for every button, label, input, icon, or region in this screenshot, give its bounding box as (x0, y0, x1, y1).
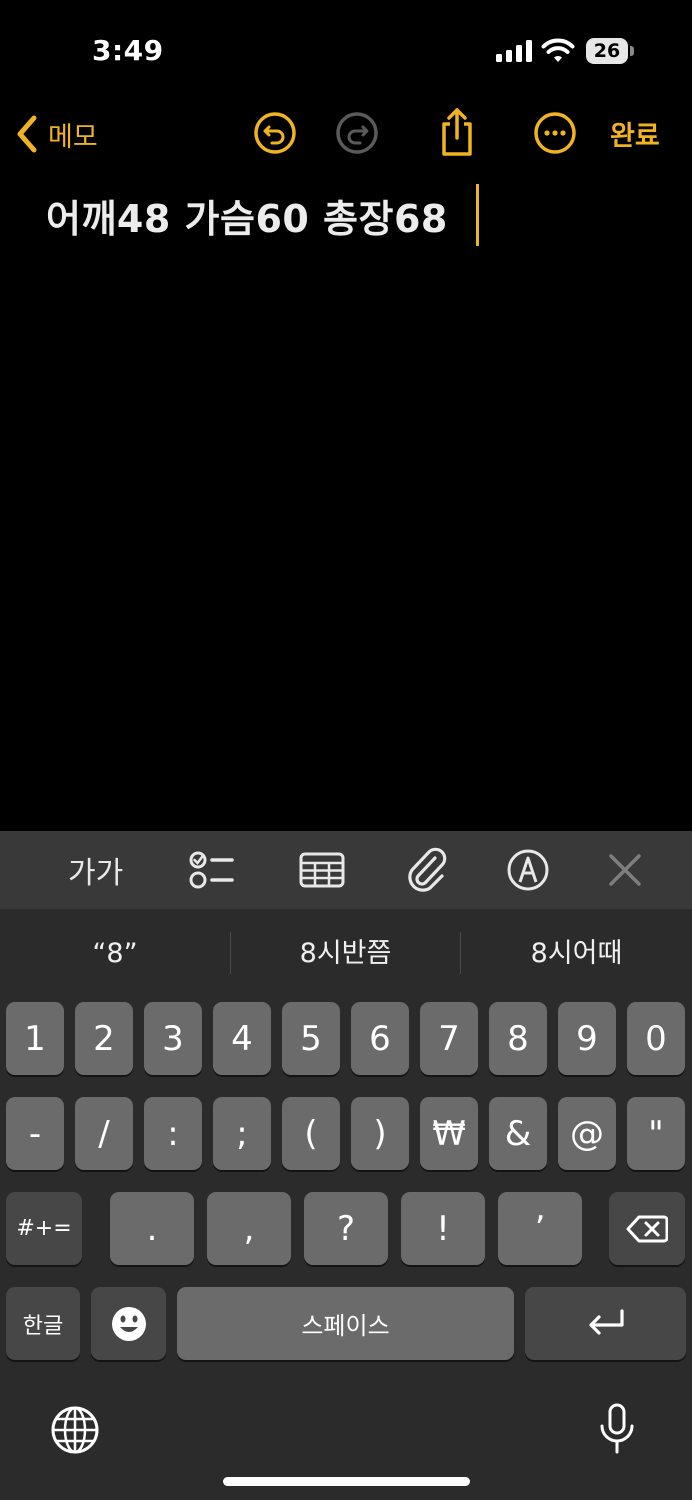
key-quote[interactable]: " (627, 1097, 685, 1170)
key-colon[interactable]: : (144, 1097, 202, 1170)
key-slash[interactable]: / (75, 1097, 133, 1170)
key-4[interactable]: 4 (213, 1002, 271, 1075)
key-apostrophe[interactable]: ’ (498, 1192, 582, 1265)
text-format-button[interactable]: 가가 (68, 848, 123, 892)
key-korean-mode[interactable]: 한글 (6, 1287, 80, 1360)
key-exclamation[interactable]: ! (401, 1192, 485, 1265)
undo-icon[interactable] (252, 110, 298, 156)
suggestion-1[interactable]: “8” (0, 930, 230, 978)
key-symbols[interactable]: #+= (6, 1192, 82, 1265)
return-icon (588, 1308, 624, 1335)
key-9[interactable]: 9 (558, 1002, 616, 1075)
redo-icon[interactable] (334, 110, 380, 156)
table-icon[interactable] (297, 846, 347, 894)
key-0[interactable]: 0 (627, 1002, 685, 1075)
cellular-signal-icon (496, 40, 532, 62)
checklist-icon[interactable] (186, 846, 236, 894)
microphone-icon[interactable] (596, 1402, 638, 1456)
share-icon[interactable] (434, 106, 480, 158)
return-key[interactable] (525, 1287, 686, 1360)
battery-icon: 26 (586, 38, 628, 64)
key-open-paren[interactable]: ( (282, 1097, 340, 1170)
more-icon[interactable] (532, 110, 578, 156)
key-comma[interactable]: , (207, 1192, 291, 1265)
attachment-icon[interactable] (402, 846, 452, 894)
emoji-icon (111, 1306, 146, 1341)
home-indicator[interactable] (223, 1477, 470, 1486)
wifi-icon (541, 38, 575, 62)
key-semicolon[interactable]: ; (213, 1097, 271, 1170)
key-won[interactable]: ₩ (420, 1097, 478, 1170)
key-question[interactable]: ? (304, 1192, 388, 1265)
back-label: 메모 (48, 121, 98, 153)
emoji-key[interactable] (91, 1287, 166, 1360)
space-key[interactable]: 스페이스 (177, 1287, 514, 1360)
key-period[interactable]: . (110, 1192, 194, 1265)
back-button[interactable]: 메모 (14, 112, 114, 156)
markup-pen-icon[interactable] (503, 846, 553, 894)
key-6[interactable]: 6 (351, 1002, 409, 1075)
done-button[interactable]: 완료 (610, 114, 660, 153)
key-2[interactable]: 2 (75, 1002, 133, 1075)
backspace-key[interactable] (609, 1192, 685, 1265)
status-time: 3:49 (92, 34, 164, 67)
key-7[interactable]: 7 (420, 1002, 478, 1075)
text-cursor (476, 184, 479, 246)
suggestion-2[interactable]: 8시반쯤 (231, 930, 460, 978)
close-icon[interactable] (600, 846, 650, 894)
key-8[interactable]: 8 (489, 1002, 547, 1075)
suggestion-3[interactable]: 8시어때 (461, 930, 692, 978)
key-1[interactable]: 1 (6, 1002, 64, 1075)
key-close-paren[interactable]: ) (351, 1097, 409, 1170)
key-3[interactable]: 3 (144, 1002, 202, 1075)
key-hyphen[interactable]: - (6, 1097, 64, 1170)
key-at[interactable]: @ (558, 1097, 616, 1170)
note-body-text[interactable]: 어깨48 가슴60 총장68 (46, 188, 448, 243)
globe-icon[interactable] (50, 1405, 100, 1455)
key-ampersand[interactable]: & (489, 1097, 547, 1170)
backspace-icon (626, 1215, 668, 1242)
key-5[interactable]: 5 (282, 1002, 340, 1075)
battery-tip (630, 46, 634, 56)
chevron-left-icon (17, 115, 37, 153)
